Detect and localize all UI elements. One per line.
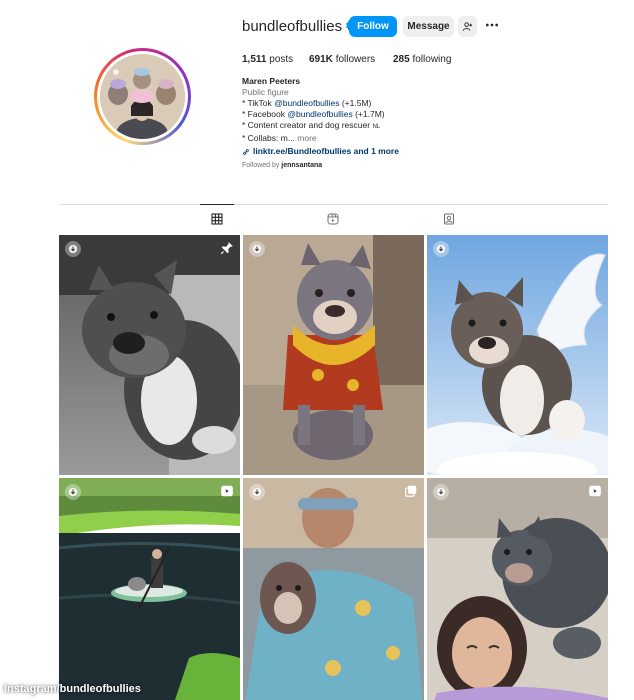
post-tile[interactable] <box>427 478 608 700</box>
followed-by-prefix: Followed by <box>242 162 282 169</box>
reels-icon <box>327 213 339 225</box>
facebook-mention-link[interactable]: @bundleofbullies <box>287 109 352 119</box>
posts-label: posts <box>269 54 294 65</box>
download-icon <box>68 487 78 497</box>
followers-stat[interactable]: 691K followers <box>309 54 375 65</box>
profile-avatar[interactable] <box>94 48 191 145</box>
download-button[interactable] <box>249 484 265 500</box>
bio-name: Maren Peeters <box>242 76 301 86</box>
carousel-icon <box>405 485 417 497</box>
post-image-angel-dog <box>427 235 608 475</box>
avatar-frame <box>97 51 188 142</box>
post-image-woman-with-dog <box>427 478 608 700</box>
download-button[interactable] <box>65 241 81 257</box>
reel-icon <box>589 485 601 497</box>
bio-text: * Facebook <box>242 109 288 119</box>
message-button[interactable]: Message <box>403 16 454 37</box>
profile-tabs <box>59 204 607 232</box>
followers-label: followers <box>335 54 376 65</box>
download-button[interactable] <box>433 484 449 500</box>
bio-line-collabs: * Collabs: m... more <box>242 133 399 144</box>
bio-category: Public figure <box>242 87 289 97</box>
bio-line-tiktok: * TikTok @bundleofbullies (+1.5M) <box>242 98 399 109</box>
bio-text: * Collabs: m... <box>242 133 295 143</box>
bio-link-row[interactable]: linktr.ee/Bundleofbullies and 1 more <box>242 146 399 157</box>
photo-credit-caption: Instagram/bundleofbullies <box>4 683 141 695</box>
profile-username: bundleofbullies <box>242 18 343 35</box>
bio-text: * TikTok <box>242 98 275 108</box>
tab-reels[interactable] <box>316 205 350 233</box>
post-tile[interactable] <box>59 235 240 475</box>
following-label: following <box>412 54 452 65</box>
profile-bio: Maren Peeters Public figure * TikTok @bu… <box>242 76 399 157</box>
download-button[interactable] <box>65 484 81 500</box>
flag-text: NL <box>372 124 381 130</box>
grid-icon <box>211 212 223 225</box>
bio-text: (+1.5M) <box>339 98 372 108</box>
post-image-paddleboard <box>59 478 240 700</box>
add-user-icon <box>462 22 473 31</box>
followed-by-user[interactable]: jennsantana <box>281 162 322 169</box>
bio-more-link[interactable]: more <box>295 133 316 143</box>
posts-stat: 1,511 posts <box>242 54 293 65</box>
post-tile[interactable] <box>243 235 424 475</box>
bio-line-facebook: * Facebook @bundleofbullies (+1.7M) <box>242 109 399 120</box>
more-options-icon[interactable] <box>484 17 500 33</box>
followers-count: 691K <box>309 54 333 65</box>
link-icon <box>243 148 249 155</box>
bio-external-link[interactable]: linktr.ee/Bundleofbullies and 1 more <box>253 146 399 157</box>
download-icon <box>252 487 262 497</box>
download-icon <box>68 244 78 254</box>
followed-by[interactable]: Followed by jennsantana <box>242 162 322 169</box>
post-tile[interactable] <box>427 235 608 475</box>
download-icon <box>436 487 446 497</box>
follow-button[interactable]: Follow <box>349 16 397 37</box>
reel-icon <box>221 485 233 497</box>
post-image-dog-bw <box>59 235 240 475</box>
following-stat[interactable]: 285 following <box>393 54 451 65</box>
posts-count: 1,511 <box>242 54 267 65</box>
tab-tagged[interactable] <box>432 205 466 233</box>
following-count: 285 <box>393 54 410 65</box>
post-tile[interactable] <box>243 478 424 700</box>
download-button[interactable] <box>433 241 449 257</box>
download-button[interactable] <box>249 241 265 257</box>
tab-posts[interactable] <box>200 204 234 232</box>
post-image-dog-shirt <box>243 235 424 475</box>
avatar-photo <box>100 54 185 139</box>
post-image-man-with-dog <box>243 478 424 700</box>
download-icon <box>252 244 262 254</box>
suggested-users-button[interactable] <box>458 16 477 37</box>
post-tile[interactable] <box>59 478 240 700</box>
tiktok-mention-link[interactable]: @bundleofbullies <box>274 98 339 108</box>
posts-grid <box>59 235 609 700</box>
download-icon <box>436 244 446 254</box>
tagged-icon <box>444 213 454 225</box>
bio-text: (+1.7M) <box>352 109 385 119</box>
bio-text: * Content creator and dog rescuer <box>242 120 371 130</box>
bio-line-creator: * Content creator and dog rescuer NL <box>242 120 399 133</box>
pinned-icon <box>220 242 233 255</box>
avatar-illustration <box>100 54 185 139</box>
